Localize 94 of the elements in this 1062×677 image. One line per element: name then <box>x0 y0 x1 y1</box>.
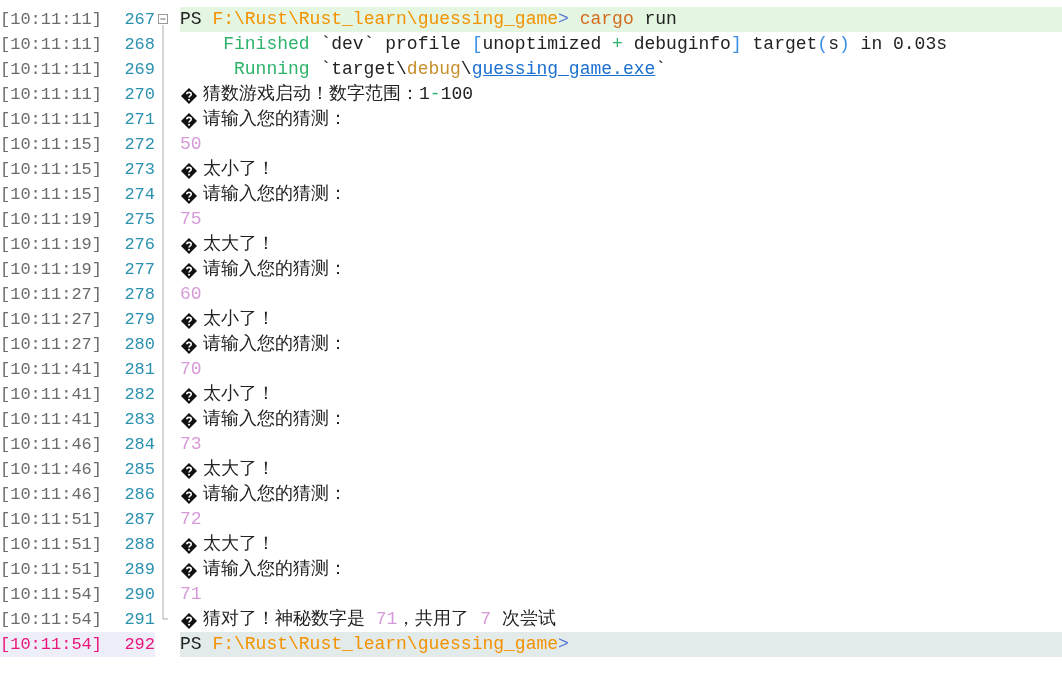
line-number: 272 <box>124 135 155 154</box>
line-number: 284 <box>124 435 155 454</box>
timestamp: [10:11:19] <box>0 260 103 279</box>
line-number: 274 <box>124 185 155 204</box>
line-number: 283 <box>124 410 155 429</box>
line-number: 279 <box>124 310 155 329</box>
timestamp: [10:11:54] <box>0 585 103 604</box>
diamond-question-icon <box>180 462 198 480</box>
console-output-line: 请输入您的猜测： <box>203 258 347 281</box>
line-number: 285 <box>124 460 155 479</box>
console-output-line: 请输入您的猜测： <box>203 183 347 206</box>
timestamp: [10:11:41] <box>0 360 103 379</box>
console-output-line: 猜对了！神秘数字是 71，共用了 7 次尝试 <box>203 608 556 631</box>
console-output-line: 太小了！ <box>203 158 275 181</box>
timestamp: [10:11:11] <box>0 110 103 129</box>
console-output-line: 请输入您的猜测： <box>203 483 347 506</box>
line-number: 269 <box>124 60 155 79</box>
timestamp: [10:11:54] <box>0 610 103 629</box>
diamond-question-icon <box>180 262 198 280</box>
console-output-line: 太小了！ <box>203 308 275 331</box>
line-number: 289 <box>124 560 155 579</box>
diamond-question-icon <box>180 312 198 330</box>
line-number: 280 <box>124 335 155 354</box>
console-output-line: 太小了！ <box>203 383 275 406</box>
line-number: 290 <box>124 585 155 604</box>
console-output-line: Running `target\debug\guessing_game.exe` <box>233 58 667 81</box>
console-output-line: 请输入您的猜测： <box>203 558 347 581</box>
line-number: 267 <box>124 10 155 29</box>
timestamp: [10:11:19] <box>0 235 103 254</box>
console-output-line: 太大了！ <box>203 458 275 481</box>
console-output-line: 60 <box>180 283 202 306</box>
timestamp: [10:11:46] <box>0 460 103 479</box>
line-number: 270 <box>124 85 155 104</box>
diamond-question-icon <box>180 112 198 130</box>
line-number: 281 <box>124 360 155 379</box>
timestamp: [10:11:27] <box>0 285 103 304</box>
line-number: 278 <box>124 285 155 304</box>
diamond-question-icon <box>180 237 198 255</box>
line-number: 292 <box>124 635 155 654</box>
timestamp: [10:11:15] <box>0 185 103 204</box>
timestamp: [10:11:11] <box>0 60 103 79</box>
console-output-line: 73 <box>180 433 202 456</box>
line-number: 291 <box>124 610 155 629</box>
timestamp: [10:11:54] <box>0 635 103 654</box>
console-output-line: 50 <box>180 133 202 156</box>
line-number: 282 <box>124 385 155 404</box>
console-output-line: Finished `dev` profile [unoptimized + debuginfo] target(s) in 0.03s <box>222 33 947 56</box>
timestamp: [10:11:11] <box>0 85 103 104</box>
timestamp: [10:11:51] <box>0 535 103 554</box>
timestamp: [10:11:19] <box>0 210 103 229</box>
diamond-question-icon <box>180 387 198 405</box>
console-output-line: 猜数游戏启动！数字范围：1-100 <box>203 83 474 106</box>
console-output-line: 太大了！ <box>203 533 275 556</box>
console-output-line: 72 <box>180 508 202 531</box>
line-number: 273 <box>124 160 155 179</box>
console-output-line: PS F:\Rust\Rust_learn\guessing_game> <box>180 633 569 656</box>
diamond-question-icon <box>180 87 198 105</box>
timestamp: [10:11:15] <box>0 135 103 154</box>
diamond-question-icon <box>180 612 198 630</box>
diamond-question-icon <box>180 337 198 355</box>
diamond-question-icon <box>180 487 198 505</box>
timestamp: [10:11:41] <box>0 385 103 404</box>
fold-collapse-icon[interactable] <box>158 14 168 24</box>
console-output-line: 75 <box>180 208 202 231</box>
console-output-line: 请输入您的猜测： <box>203 408 347 431</box>
diamond-question-icon <box>180 537 198 555</box>
line-number: 268 <box>124 35 155 54</box>
diamond-question-icon <box>180 562 198 580</box>
console-output-line: 太大了！ <box>203 233 275 256</box>
console-output-line: PS F:\Rust\Rust_learn\guessing_game> cargo run <box>180 8 677 31</box>
timestamp: [10:11:46] <box>0 485 103 504</box>
timestamp: [10:11:51] <box>0 510 103 529</box>
diamond-question-icon <box>180 162 198 180</box>
line-number: 271 <box>124 110 155 129</box>
timestamp: [10:11:51] <box>0 560 103 579</box>
timestamp: [10:11:27] <box>0 335 103 354</box>
line-number: 277 <box>124 260 155 279</box>
timestamp: [10:11:27] <box>0 310 103 329</box>
line-number: 286 <box>124 485 155 504</box>
timestamp: [10:11:11] <box>0 35 103 54</box>
line-number: 287 <box>124 510 155 529</box>
diamond-question-icon <box>180 412 198 430</box>
console-output-line: 71 <box>180 583 202 606</box>
console-output-line: 70 <box>180 358 202 381</box>
timestamp: [10:11:11] <box>0 10 103 29</box>
console-output-line: 请输入您的猜测： <box>203 108 347 131</box>
timestamp: [10:11:15] <box>0 160 103 179</box>
timestamp: [10:11:46] <box>0 435 103 454</box>
line-number: 276 <box>124 235 155 254</box>
console-output-line: 请输入您的猜测： <box>203 333 347 356</box>
timestamp: [10:11:41] <box>0 410 103 429</box>
diamond-question-icon <box>180 187 198 205</box>
line-number: 288 <box>124 535 155 554</box>
line-number: 275 <box>124 210 155 229</box>
